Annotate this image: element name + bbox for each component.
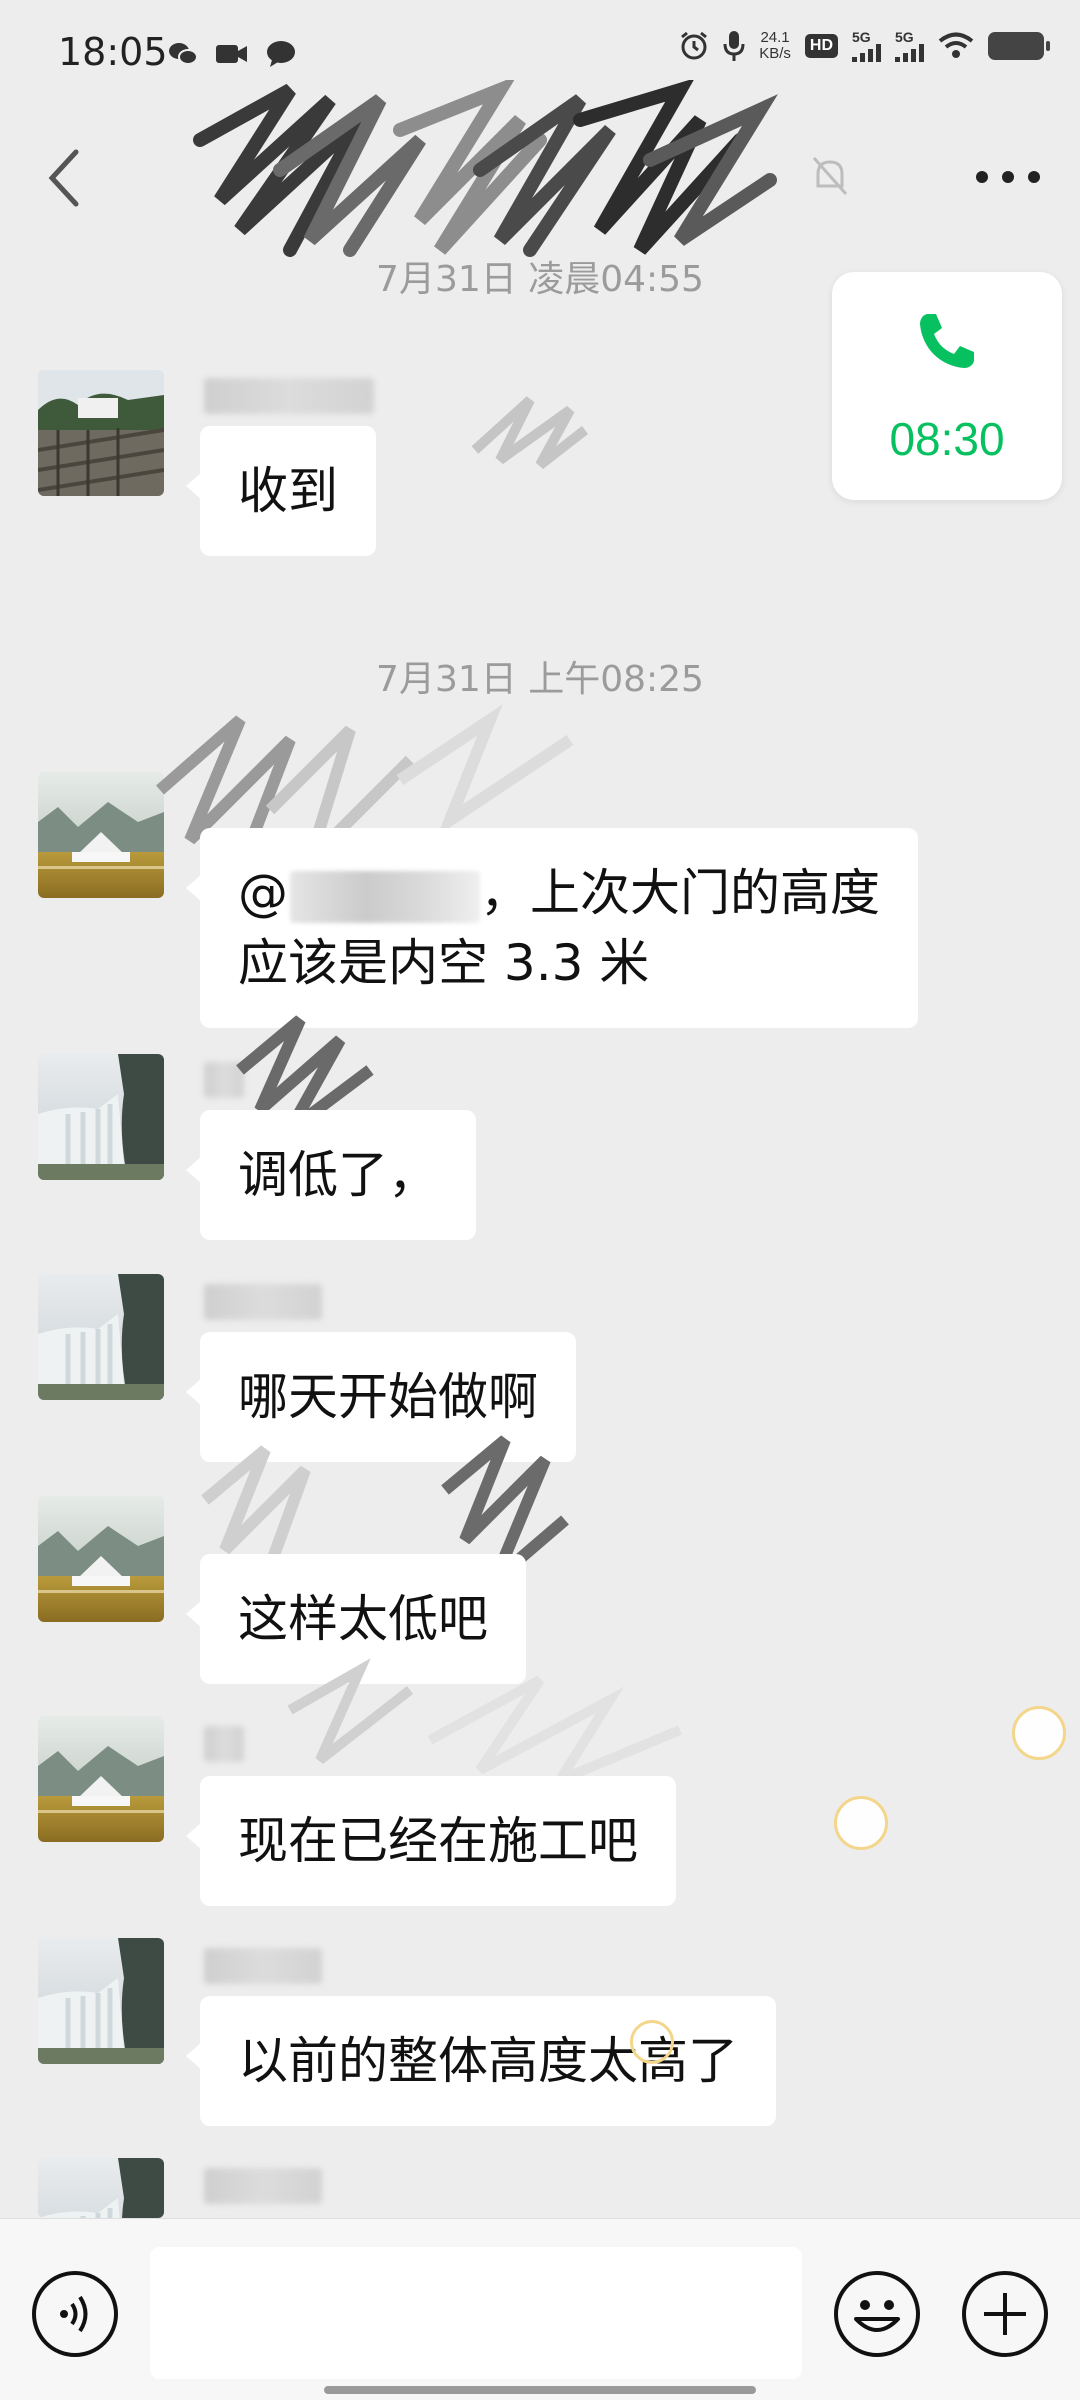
voice-input-button[interactable] <box>32 2271 118 2357</box>
avatar[interactable] <box>38 1496 164 1622</box>
message-bubble[interactable]: 现在已经在施工吧 <box>186 1776 676 1906</box>
video-icon <box>216 45 247 63</box>
microphone-icon <box>723 31 745 61</box>
dot <box>1028 171 1040 183</box>
voice-call-floating-widget[interactable]: 08:30 <box>832 272 1062 500</box>
mention-at: @ <box>238 864 288 922</box>
signal-sim1: 5G <box>852 30 881 62</box>
message-icon <box>267 41 295 67</box>
sender-name-redacted <box>204 1062 244 1098</box>
message-bubble[interactable]: @ ，上次大门的高度 应该是内空 3.3 米 <box>186 828 918 1028</box>
mention-name-redacted <box>290 870 480 923</box>
network-speed-value: 24.1 <box>760 29 790 46</box>
status-right: 24.1 KB/s HD 5G 5G <box>679 30 1050 62</box>
signal-bars-icon <box>895 44 924 62</box>
network-speed-unit: KB/s <box>759 45 791 62</box>
more-functions-button[interactable] <box>962 2271 1048 2357</box>
wifi-icon <box>938 32 974 58</box>
home-indicator[interactable] <box>324 2386 756 2394</box>
sender-name-redacted <box>204 1284 322 1320</box>
touch-indicator <box>630 2020 674 2064</box>
avatar[interactable] <box>38 772 164 898</box>
avatar-image <box>38 370 164 496</box>
avatar-image <box>38 1274 164 1400</box>
avatar[interactable] <box>38 1274 164 1400</box>
mute-bell-icon <box>812 157 848 195</box>
hd-badge: HD <box>804 34 838 58</box>
dot <box>976 171 988 183</box>
signal-sim2: 5G <box>895 30 924 62</box>
timestamp: 7月31日 上午08:25 <box>376 659 704 700</box>
touch-indicator <box>1012 1706 1066 1760</box>
wechat-icon <box>169 43 198 65</box>
avatar-image <box>38 1054 164 1180</box>
message-bubble[interactable]: 这样太低吧 <box>186 1554 526 1684</box>
emoji-button[interactable] <box>834 2271 920 2357</box>
avatar[interactable] <box>38 370 164 496</box>
emoji-icon <box>854 2300 900 2332</box>
plus-icon <box>984 2293 1026 2335</box>
phone-icon <box>920 314 974 368</box>
message-text-input[interactable] <box>150 2247 802 2379</box>
network-speed: 24.1 KB/s <box>759 30 791 62</box>
more-options-button[interactable] <box>976 162 1040 192</box>
battery-icon <box>988 32 1050 60</box>
avatar[interactable] <box>38 2158 164 2218</box>
sender-name-redacted <box>204 378 374 414</box>
voice-icon <box>60 2295 88 2333</box>
chat-input-bar <box>0 2218 1080 2400</box>
touch-indicator <box>834 1796 888 1850</box>
sender-name-redacted <box>204 1948 322 1984</box>
dot <box>1002 171 1014 183</box>
avatar-image <box>38 2158 164 2218</box>
notification-icons <box>168 40 296 68</box>
avatar-image <box>38 1496 164 1622</box>
sender-name-redacted <box>204 2168 322 2204</box>
call-duration: 08:30 <box>889 413 1005 465</box>
message-bubble[interactable]: 以前的整体高度太高了 <box>186 1996 776 2126</box>
message-bubble[interactable]: 哪天开始做啊 <box>186 1332 576 1462</box>
avatar[interactable] <box>38 1054 164 1180</box>
avatar[interactable] <box>38 1716 164 1842</box>
avatar-image <box>38 1938 164 2064</box>
signal-sim1-label: 5G <box>852 29 871 45</box>
avatar-image <box>38 772 164 898</box>
status-bar: 18:05 24.1 KB/s HD 5G 5G <box>0 0 1080 112</box>
back-button[interactable] <box>40 142 96 214</box>
alarm-icon <box>681 31 708 60</box>
signal-sim2-label: 5G <box>895 29 914 45</box>
redaction-scribble <box>471 396 589 469</box>
message-bubble[interactable]: 收到 <box>186 426 376 556</box>
status-time: 18:05 <box>58 30 168 74</box>
signal-bars-icon <box>852 44 881 62</box>
avatar-image <box>38 1716 164 1842</box>
avatar[interactable] <box>38 1938 164 2064</box>
sender-name-redacted <box>204 1726 244 1762</box>
message-bubble[interactable]: 调低了， <box>186 1110 476 1240</box>
chat-header <box>0 112 1080 244</box>
